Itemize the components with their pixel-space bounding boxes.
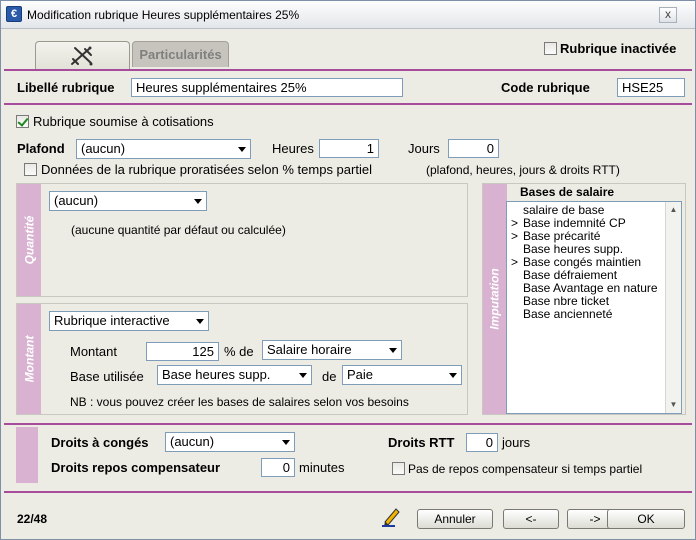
montant-side-label: Montant xyxy=(17,304,41,414)
chevron-down-icon xyxy=(282,440,290,445)
proratisees-note: (plafond, heures, jours & droits RTT) xyxy=(426,163,620,177)
code-label: Code rubrique xyxy=(501,80,590,95)
de-label: de xyxy=(322,369,337,384)
list-item-label: Base ancienneté xyxy=(523,307,613,321)
footer-divider xyxy=(4,491,692,493)
list-item-marker: > xyxy=(511,229,519,243)
montant-label: Montant xyxy=(70,344,117,359)
base-utilisee-label: Base utilisée xyxy=(70,369,144,384)
droits-repos-unit: minutes xyxy=(299,460,345,475)
heures-input[interactable]: 1 xyxy=(319,139,379,158)
app-icon[interactable]: € xyxy=(6,6,22,22)
annuler-button[interactable]: Annuler xyxy=(417,509,493,529)
proratisees-label: Données de la rubrique proratisées selon… xyxy=(41,162,372,177)
droits-divider xyxy=(4,423,692,425)
code-input[interactable]: HSE25 xyxy=(617,78,685,97)
plafond-select[interactable]: (aucun) xyxy=(76,139,251,159)
quantite-select[interactable]: (aucun) xyxy=(49,191,207,211)
list-item-label: Base indemnité CP xyxy=(523,216,626,230)
bases-salaire-list[interactable]: salaire de base > Base indemnité CP > Base p… xyxy=(506,201,682,414)
tab-general[interactable] xyxy=(35,41,130,69)
list-item-label: Base Avantage en nature xyxy=(523,281,658,295)
jours-input[interactable]: 0 xyxy=(448,139,499,158)
pct-de-value: Salaire horaire xyxy=(267,342,352,357)
scroll-up-icon[interactable]: ▲ xyxy=(666,202,681,218)
list-item-label: salaire de base xyxy=(523,203,605,217)
rubrique-inactivee-checkbox[interactable] xyxy=(544,42,557,55)
pas-repos-checkbox[interactable] xyxy=(392,462,405,475)
cotisations-label: Rubrique soumise à cotisations xyxy=(33,114,214,129)
montant-note: NB : vous pouvez créer les bases de sala… xyxy=(70,395,409,409)
droits-rtt-unit: jours xyxy=(502,435,531,450)
list-scrollbar[interactable]: ▲ ▼ xyxy=(665,202,681,413)
list-item-label: Base défraiement xyxy=(523,268,618,282)
chevron-down-icon xyxy=(449,373,457,378)
montant-side-label-text: Montant xyxy=(22,335,36,383)
droits-conges-value: (aucun) xyxy=(170,434,215,449)
plafond-label: Plafond xyxy=(17,141,65,156)
ok-button[interactable]: OK xyxy=(607,509,685,529)
window-title: Modification rubrique Heures supplémenta… xyxy=(27,8,300,22)
list-item-label: Base précarité xyxy=(523,229,601,243)
list-item-label: Base nbre ticket xyxy=(523,294,610,308)
pencil-icon[interactable] xyxy=(381,505,401,527)
list-item[interactable]: Base ancienneté xyxy=(507,308,681,321)
list-item-marker: > xyxy=(511,255,519,269)
plafond-select-value: (aucun) xyxy=(81,141,126,156)
list-item-label: Base heures supp. xyxy=(523,242,624,256)
pct-de-label: % de xyxy=(224,344,254,359)
droits-conges-label: Droits à congés xyxy=(51,435,149,450)
droits-conges-select[interactable]: (aucun) xyxy=(165,432,295,452)
record-counter: 22/48 xyxy=(17,512,48,526)
rubrique-inactivee-label: Rubrique inactivée xyxy=(560,41,677,56)
pct-de-select[interactable]: Salaire horaire xyxy=(262,340,402,360)
chevron-down-icon xyxy=(389,348,397,353)
droits-rtt-label: Droits RTT xyxy=(388,435,455,450)
chevron-down-icon xyxy=(194,199,202,204)
title-bar[interactable]: € Modification rubrique Heures supplémen… xyxy=(1,1,695,29)
cotisations-checkbox[interactable] xyxy=(16,115,29,128)
list-item-label: Base congés maintien xyxy=(523,255,642,269)
heures-label: Heures xyxy=(272,141,314,156)
scroll-down-icon[interactable]: ▼ xyxy=(666,397,681,413)
dialog-window: € Modification rubrique Heures supplémen… xyxy=(0,0,696,540)
quantite-side-label-text: Quantité xyxy=(22,215,37,265)
montant-type-select[interactable]: Rubrique interactive xyxy=(49,311,209,331)
de-select[interactable]: Paie xyxy=(342,365,462,385)
bases-salaire-header: Bases de salaire xyxy=(520,185,615,199)
jours-label: Jours xyxy=(408,141,440,156)
sword-icon xyxy=(71,46,93,66)
chevron-down-icon xyxy=(196,319,204,324)
quantite-side-label: Quantité xyxy=(17,184,41,296)
base-utilisee-select[interactable]: Base heures supp. xyxy=(157,365,312,385)
droits-side-strip xyxy=(16,427,38,483)
pas-repos-label: Pas de repos compensateur si temps parti… xyxy=(408,462,643,476)
chevron-down-icon xyxy=(299,373,307,378)
tab-particularites[interactable]: Particularités xyxy=(132,41,229,67)
chevron-down-icon xyxy=(238,147,246,152)
proratisees-checkbox[interactable] xyxy=(24,163,37,176)
imputation-side-label: Imputation xyxy=(483,184,507,414)
imputation-side-label-text: Imputation xyxy=(488,268,503,330)
droits-rtt-input[interactable]: 0 xyxy=(466,433,498,452)
de-value: Paie xyxy=(347,367,374,382)
close-icon[interactable]: x xyxy=(659,7,677,23)
quantite-note: (aucune quantité par défaut ou calculée) xyxy=(71,223,286,237)
droits-repos-input[interactable]: 0 xyxy=(261,458,295,477)
montant-type-value: Rubrique interactive xyxy=(54,313,170,328)
quantite-select-value: (aucun) xyxy=(54,193,99,208)
previous-button[interactable]: <- xyxy=(503,509,559,529)
libelle-label: Libellé rubrique xyxy=(17,80,115,95)
base-utilisee-value: Base heures supp. xyxy=(162,367,271,382)
libelle-input[interactable]: Heures supplémentaires 25% xyxy=(131,78,403,97)
droits-repos-label: Droits repos compensateur xyxy=(51,460,221,475)
montant-input[interactable]: 125 xyxy=(146,342,219,361)
top-divider xyxy=(4,69,692,71)
header-divider xyxy=(4,103,692,105)
